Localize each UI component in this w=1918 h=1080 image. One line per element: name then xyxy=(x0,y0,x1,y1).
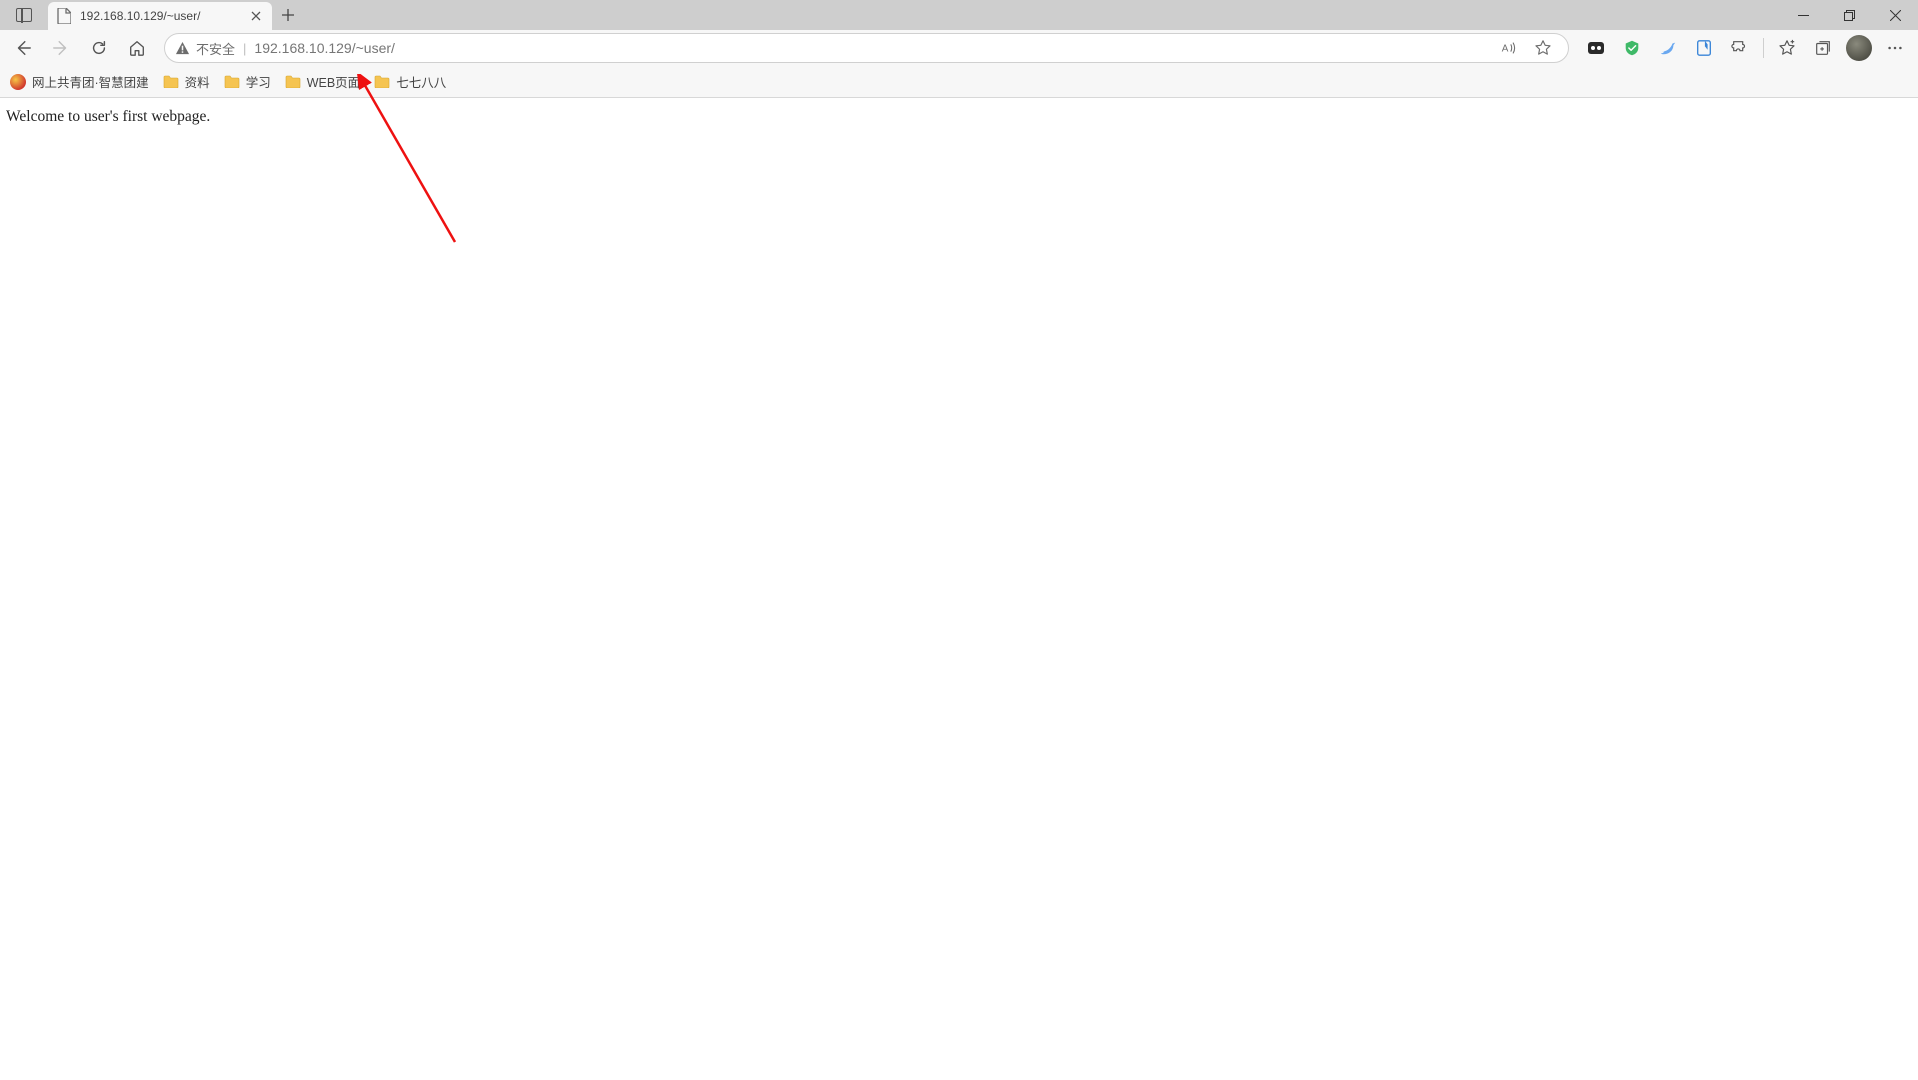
titlebar-spacer xyxy=(304,0,1780,30)
warning-icon xyxy=(175,41,190,56)
bird-icon xyxy=(1659,39,1677,57)
page-body-text: Welcome to user's first webpage. xyxy=(6,108,210,125)
svg-text:A: A xyxy=(1502,44,1509,55)
window-maximize-button[interactable] xyxy=(1826,0,1872,30)
arrow-left-icon xyxy=(14,39,32,57)
window-minimize-button[interactable] xyxy=(1780,0,1826,30)
bookmark-label: 网上共青团·智慧团建 xyxy=(32,72,149,91)
bookmark-folder[interactable]: 资料 xyxy=(163,72,210,91)
favorites-button[interactable] xyxy=(1770,33,1804,63)
bookmark-folder[interactable]: 学习 xyxy=(224,72,271,91)
security-label: 不安全 xyxy=(196,39,235,58)
new-tab-button[interactable] xyxy=(272,0,304,30)
address-divider: | xyxy=(243,41,246,56)
bookmark-label: 七七八八 xyxy=(396,72,446,91)
extension-icon-4[interactable] xyxy=(1687,33,1721,63)
extensions-button[interactable] xyxy=(1723,33,1757,63)
extension-icon-2[interactable] xyxy=(1615,33,1649,63)
extension-icon-3[interactable] xyxy=(1651,33,1685,63)
more-icon xyxy=(1886,39,1904,57)
tab-title: 192.168.10.129/~user/ xyxy=(80,9,240,23)
close-icon xyxy=(1890,10,1901,21)
profile-avatar[interactable] xyxy=(1846,35,1872,61)
refresh-icon xyxy=(90,39,108,57)
security-status[interactable]: 不安全 xyxy=(175,39,235,58)
bookmark-folder[interactable]: 七七八八 xyxy=(374,72,446,91)
star-plus-icon xyxy=(1778,39,1796,57)
folder-icon xyxy=(285,75,301,88)
bookmark-folder[interactable]: WEB页面 xyxy=(285,72,360,91)
toolbar-right xyxy=(1579,33,1912,63)
tab-actions-button[interactable] xyxy=(0,0,48,30)
folder-icon xyxy=(224,75,240,88)
window-close-button[interactable] xyxy=(1872,0,1918,30)
tab-close-button[interactable] xyxy=(248,8,264,24)
read-aloud-button[interactable]: A xyxy=(1494,33,1524,63)
tab-actions-icon xyxy=(16,8,32,22)
forward-button[interactable] xyxy=(44,33,78,63)
refresh-button[interactable] xyxy=(82,33,116,63)
plus-icon xyxy=(282,9,294,21)
address-url: 192.168.10.129/~user/ xyxy=(254,40,1486,56)
toolbar: 不安全 | 192.168.10.129/~user/ A xyxy=(0,30,1918,66)
read-aloud-icon: A xyxy=(1500,39,1518,57)
site-favicon xyxy=(10,74,26,90)
bookmark-item[interactable]: 网上共青团·智慧团建 xyxy=(10,72,149,91)
puzzle-icon xyxy=(1731,39,1749,57)
eyes-icon xyxy=(1586,38,1606,58)
star-icon xyxy=(1534,39,1552,57)
folder-icon xyxy=(374,75,390,88)
browser-tab[interactable]: 192.168.10.129/~user/ xyxy=(48,2,272,30)
bookmark-label: 资料 xyxy=(185,72,210,91)
menu-button[interactable] xyxy=(1878,33,1912,63)
home-icon xyxy=(128,39,146,57)
home-button[interactable] xyxy=(120,33,154,63)
shield-check-icon xyxy=(1623,39,1641,57)
bookmarks-bar: 网上共青团·智慧团建 资料 学习 WEB页面 七七八八 xyxy=(0,66,1918,98)
note-icon xyxy=(1695,39,1713,57)
extension-icon-1[interactable] xyxy=(1579,33,1613,63)
address-bar[interactable]: 不安全 | 192.168.10.129/~user/ A xyxy=(164,33,1569,63)
folder-icon xyxy=(163,75,179,88)
favorite-button[interactable] xyxy=(1528,33,1558,63)
collections-button[interactable] xyxy=(1806,33,1840,63)
maximize-icon xyxy=(1844,10,1855,21)
bookmark-label: 学习 xyxy=(246,72,271,91)
arrow-right-icon xyxy=(52,39,70,57)
bookmark-label: WEB页面 xyxy=(307,72,360,91)
window-controls xyxy=(1780,0,1918,30)
address-right: A xyxy=(1494,33,1558,63)
page-content: Welcome to user's first webpage. xyxy=(0,98,1918,136)
close-icon xyxy=(251,11,261,21)
page-icon xyxy=(56,8,72,24)
minimize-icon xyxy=(1798,10,1809,21)
toolbar-separator xyxy=(1763,38,1764,58)
back-button[interactable] xyxy=(6,33,40,63)
titlebar: 192.168.10.129/~user/ xyxy=(0,0,1918,30)
collections-icon xyxy=(1814,39,1832,57)
